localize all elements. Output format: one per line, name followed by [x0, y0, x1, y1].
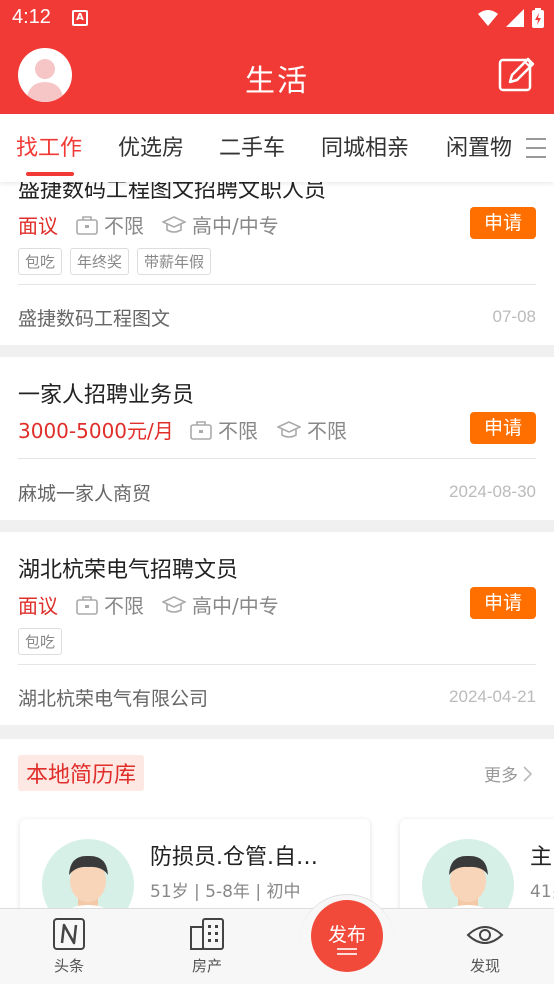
publish-line — [337, 948, 357, 950]
education-text: 高中/中专 — [192, 594, 279, 618]
status-time: 4:12 — [12, 6, 51, 28]
nav-label: 发现 — [469, 957, 500, 975]
job-title: 盛捷数码工程图文招聘文职人员 — [18, 182, 327, 203]
graduation-cap-icon — [277, 420, 301, 438]
education-text: 不限 — [307, 419, 347, 443]
resume-section: 本地简历库 更多 防损员.仓管.自… 51岁 | 5-8年 | 初中 主 41 — [0, 739, 554, 908]
job-salary: 面议 — [18, 214, 58, 238]
notification-icon: A — [72, 10, 88, 26]
briefcase-icon — [76, 215, 98, 235]
company-name: 麻城一家人商贸 — [18, 483, 152, 505]
wifi-icon — [478, 10, 498, 26]
resume-card[interactable]: 防损员.仓管.自… 51岁 | 5-8年 | 初中 — [20, 819, 370, 908]
resume-name: 防损员.仓管.自… — [150, 845, 318, 870]
experience-text: 不限 — [218, 419, 258, 443]
divider — [18, 284, 536, 285]
resume-info: 41岁 — [530, 882, 554, 902]
briefcase-icon — [190, 420, 212, 440]
news-icon — [53, 918, 85, 950]
nav-discover[interactable]: 发现 — [450, 917, 520, 976]
job-salary: 面议 — [18, 594, 58, 618]
category-tabs: 找工作 优选房 二手车 同城相亲 闲置物 — [0, 114, 554, 182]
resume-card[interactable]: 主 41岁 — [400, 819, 554, 908]
experience-text: 不限 — [104, 594, 144, 618]
tab-secondhand[interactable]: 闲置物 — [446, 130, 512, 162]
nav-headlines[interactable]: 头条 — [34, 917, 104, 976]
more-resumes-link[interactable]: 更多 — [484, 761, 532, 786]
app-header: 生活 — [0, 38, 554, 114]
post-date: 07-08 — [492, 307, 536, 326]
job-experience: 不限 — [76, 590, 144, 619]
battery-icon — [532, 8, 544, 28]
education-text: 高中/中专 — [192, 214, 279, 238]
job-tag: 带薪年假 — [137, 248, 212, 275]
graduation-cap-icon — [162, 215, 186, 233]
post-date: 2024-08-30 — [449, 482, 536, 501]
divider — [18, 664, 536, 665]
job-education: 高中/中专 — [162, 590, 279, 619]
company-name: 盛捷数码工程图文 — [18, 308, 171, 330]
eye-icon — [466, 926, 504, 944]
job-tag: 包吃 — [18, 248, 63, 275]
chevron-right-icon — [523, 765, 532, 782]
nav-real-estate[interactable]: 房产 — [172, 917, 242, 976]
resume-avatar — [42, 839, 134, 908]
job-education: 不限 — [277, 415, 347, 444]
tab-jobs[interactable]: 找工作 — [16, 130, 82, 162]
job-tag: 年终奖 — [70, 248, 130, 275]
job-education: 高中/中专 — [162, 210, 279, 239]
man-avatar-icon — [449, 855, 488, 908]
job-card[interactable]: 湖北杭荣电气招聘文员 面议 不限 高中/中专 申请 包吃 湖北杭荣电气有限公司 … — [0, 532, 554, 725]
tabs-menu-button[interactable] — [514, 114, 554, 182]
job-card[interactable]: 盛捷数码工程图文招聘文职人员 面议 不限 高中/中专 申请 包吃 年终奖 带薪年… — [0, 182, 554, 345]
publish-line — [337, 953, 357, 955]
divider — [18, 458, 536, 459]
job-experience: 不限 — [76, 210, 144, 239]
job-card[interactable]: 一家人招聘业务员 3000-5000元/月 不限 不限 申请 麻城一家人商贸 2… — [0, 357, 554, 520]
job-tags: 包吃 年终奖 带薪年假 — [18, 248, 212, 275]
resume-section-title: 本地简历库 — [18, 755, 145, 791]
job-salary: 3000-5000元/月 — [18, 419, 174, 443]
job-tags: 包吃 — [18, 628, 63, 655]
publish-label: 发布 — [327, 924, 366, 946]
resume-avatar — [422, 839, 514, 908]
man-avatar-icon — [69, 855, 108, 908]
active-tab-indicator — [26, 172, 74, 176]
signal-icon — [506, 9, 524, 27]
status-bar: 4:12 A — [0, 0, 554, 38]
experience-text: 不限 — [104, 214, 144, 238]
compose-button[interactable] — [498, 56, 536, 94]
apply-button[interactable]: 申请 — [470, 587, 536, 619]
system-icons — [478, 8, 544, 28]
tab-housing[interactable]: 优选房 — [118, 130, 184, 162]
resume-info: 51岁 | 5-8年 | 初中 — [150, 882, 301, 902]
briefcase-icon — [76, 595, 98, 615]
page-title: 生活 — [245, 64, 309, 99]
tab-dating[interactable]: 同城相亲 — [321, 130, 409, 162]
apply-button[interactable]: 申请 — [470, 412, 536, 444]
post-date: 2024-04-21 — [449, 687, 536, 706]
job-title: 一家人招聘业务员 — [18, 383, 195, 408]
tab-used-cars[interactable]: 二手车 — [219, 130, 285, 162]
bottom-navigation: 头条 房产 发现 — [0, 908, 554, 984]
job-feed[interactable]: 盛捷数码工程图文招聘文职人员 面议 不限 高中/中专 申请 包吃 年终奖 带薪年… — [0, 182, 554, 908]
resume-name: 主 — [530, 845, 553, 870]
job-tag: 包吃 — [18, 628, 63, 655]
nav-label: 头条 — [53, 957, 84, 975]
graduation-cap-icon — [162, 595, 186, 613]
job-title: 湖北杭荣电气招聘文员 — [18, 558, 239, 583]
nav-label: 房产 — [191, 957, 222, 975]
more-label: 更多 — [484, 766, 518, 786]
company-name: 湖北杭荣电气有限公司 — [18, 688, 209, 710]
publish-button[interactable]: 发布 — [311, 900, 383, 972]
edit-icon — [498, 57, 535, 92]
apply-button[interactable]: 申请 — [470, 207, 536, 239]
job-experience: 不限 — [190, 415, 258, 444]
building-icon — [190, 918, 224, 950]
